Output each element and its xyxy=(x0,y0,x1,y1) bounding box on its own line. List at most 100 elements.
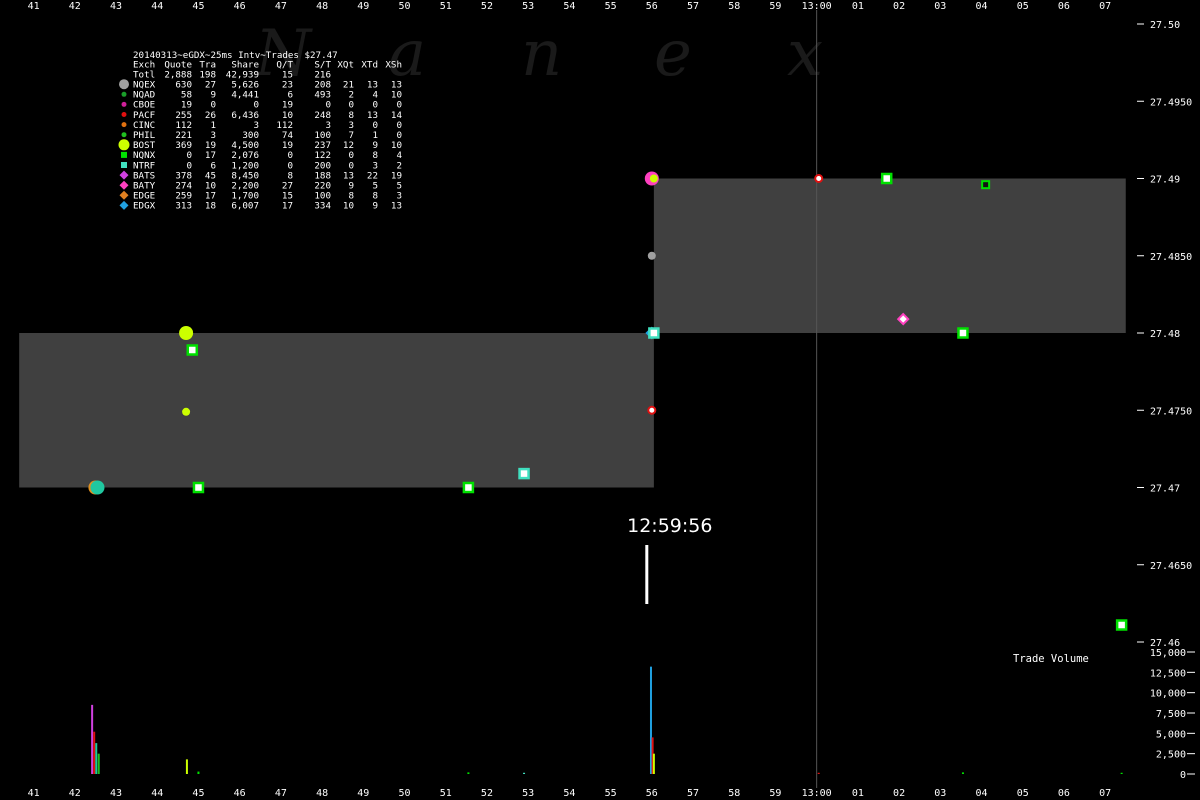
nbbo-band xyxy=(19,333,654,488)
legend-marker xyxy=(119,79,129,90)
volume-axis: 15,000 12,500 10,000 7,500 5,000 2,500 0 xyxy=(1150,648,1195,781)
stats-row-cell: 334 xyxy=(314,201,331,212)
stats-row-cell: 9 xyxy=(372,201,378,212)
x-tick-label: 02 xyxy=(893,1,905,12)
trade-marker xyxy=(814,174,824,183)
stats-header-cell: XQt xyxy=(337,60,354,71)
legend-marker xyxy=(118,139,130,151)
x-tick-label: 55 xyxy=(605,788,617,799)
trade-marker xyxy=(957,327,969,339)
stats-row-cell: 10 xyxy=(343,201,354,212)
x-tick-label: 57 xyxy=(687,788,699,799)
price-tick-label: 27.4750 xyxy=(1150,406,1192,417)
trade-marker xyxy=(1115,619,1128,631)
x-tick-label: 05 xyxy=(1017,1,1029,12)
x-tick-label: 07 xyxy=(1099,788,1111,799)
x-tick-label: 57 xyxy=(687,1,699,12)
x-tick-label: 53 xyxy=(522,788,534,799)
watermark-letter: x xyxy=(787,17,823,91)
x-tick-label: 43 xyxy=(110,788,122,799)
stats-row-cell: 17 xyxy=(282,201,293,212)
time-annotation: 12:59:56 xyxy=(627,515,712,604)
volume-bar xyxy=(817,772,820,774)
volume-tick-label: 2,500 xyxy=(1156,750,1186,761)
trade-marker xyxy=(518,467,530,480)
volume-bar xyxy=(95,743,98,774)
x-tick-label: 07 xyxy=(1099,1,1111,12)
x-tick-label: 50 xyxy=(399,1,411,12)
legend-marker xyxy=(121,162,127,168)
trade-marker xyxy=(179,326,194,340)
volume-bar xyxy=(961,772,964,774)
volume-axis-title: Trade Volume xyxy=(1013,653,1089,665)
legend-marker xyxy=(121,151,127,158)
x-tick-label: 49 xyxy=(357,788,369,799)
volume-bar xyxy=(1120,772,1123,774)
x-tick-label: 42 xyxy=(69,1,81,12)
x-tick-label: 54 xyxy=(563,1,575,12)
x-tick-label: 01 xyxy=(852,1,864,12)
x-axis-bottom: 41 42 43 44 45 46 47 48 49 50 51 52 53 54 55 56 57 58 59 13… xyxy=(28,788,1112,799)
x-tick-label: 49 xyxy=(357,1,369,12)
price-tick-label: 27.47 xyxy=(1150,484,1180,495)
x-tick-label: 58 xyxy=(728,788,740,799)
x-tick-label: 01 xyxy=(852,788,864,799)
volume-tick-label: 5,000 xyxy=(1156,729,1186,740)
x-tick-label: 58 xyxy=(728,1,740,12)
volume-bar xyxy=(197,771,200,774)
x-tick-label: 48 xyxy=(316,1,328,12)
legend-marker xyxy=(119,200,129,210)
x-axis-top: 41 42 43 44 45 46 47 48 49 50 51 52 53 54 55 56 57 58 59 13… xyxy=(28,1,1112,12)
x-tick-label: 44 xyxy=(151,788,163,799)
annotation-label: 12:59:56 xyxy=(627,515,712,537)
legend-marker xyxy=(121,101,127,107)
x-tick-label: 43 xyxy=(110,1,122,12)
price-tick-label: 27.50 xyxy=(1150,20,1180,31)
x-tick-label: 03 xyxy=(934,788,946,799)
x-tick-label: 52 xyxy=(481,788,493,799)
volume-tick-label: 0 xyxy=(1180,770,1186,781)
x-tick-label: 13:00 xyxy=(802,788,832,799)
legend-marker xyxy=(121,91,127,97)
x-tick-label: 42 xyxy=(69,788,81,799)
volume-tick-label: 12,500 xyxy=(1150,668,1186,679)
legend-marker xyxy=(121,112,127,117)
price-tick-label: 27.4650 xyxy=(1150,561,1192,572)
volume-bar xyxy=(91,704,94,774)
price-tick-label: 27.4950 xyxy=(1150,97,1192,108)
x-tick-label: 06 xyxy=(1058,1,1070,12)
x-tick-label: 52 xyxy=(481,1,493,12)
x-tick-label: 59 xyxy=(769,1,781,12)
volume-tick-label: 10,000 xyxy=(1150,689,1186,700)
legend-marker xyxy=(119,170,129,180)
x-tick-label: 46 xyxy=(234,1,246,12)
x-tick-label: 04 xyxy=(975,1,987,12)
x-tick-label: 05 xyxy=(1017,788,1029,799)
x-tick-label: 44 xyxy=(151,1,163,12)
stats-header-cell: XTd xyxy=(361,60,378,71)
x-tick-label: 54 xyxy=(563,788,575,799)
x-tick-label: 56 xyxy=(646,788,658,799)
volume-bar xyxy=(652,753,655,774)
x-tick-label: 53 xyxy=(522,1,534,12)
volume-bar xyxy=(467,772,470,774)
trade-marker xyxy=(462,481,475,494)
volume-bars xyxy=(91,666,1123,774)
watermark: Nanex xyxy=(253,17,823,91)
trade-marker xyxy=(981,180,991,190)
watermark-letter: e xyxy=(654,17,692,91)
x-tick-label: 48 xyxy=(316,788,328,799)
volume-bar xyxy=(97,753,100,774)
x-tick-label: 55 xyxy=(605,1,617,12)
volume-tick-label: 15,000 xyxy=(1150,648,1186,659)
stats-row-cell: 313 xyxy=(175,201,192,212)
x-tick-label: 46 xyxy=(234,788,246,799)
x-tick-label: 47 xyxy=(275,788,287,799)
trade-marker xyxy=(182,407,191,416)
x-tick-label: 03 xyxy=(934,1,946,12)
x-tick-label: 06 xyxy=(1058,788,1070,799)
stats-row-cell: EDGX xyxy=(133,201,156,212)
stats-row-cell: 13 xyxy=(391,201,402,212)
nbbo-band xyxy=(653,178,1126,333)
x-tick-label: 51 xyxy=(440,1,452,12)
